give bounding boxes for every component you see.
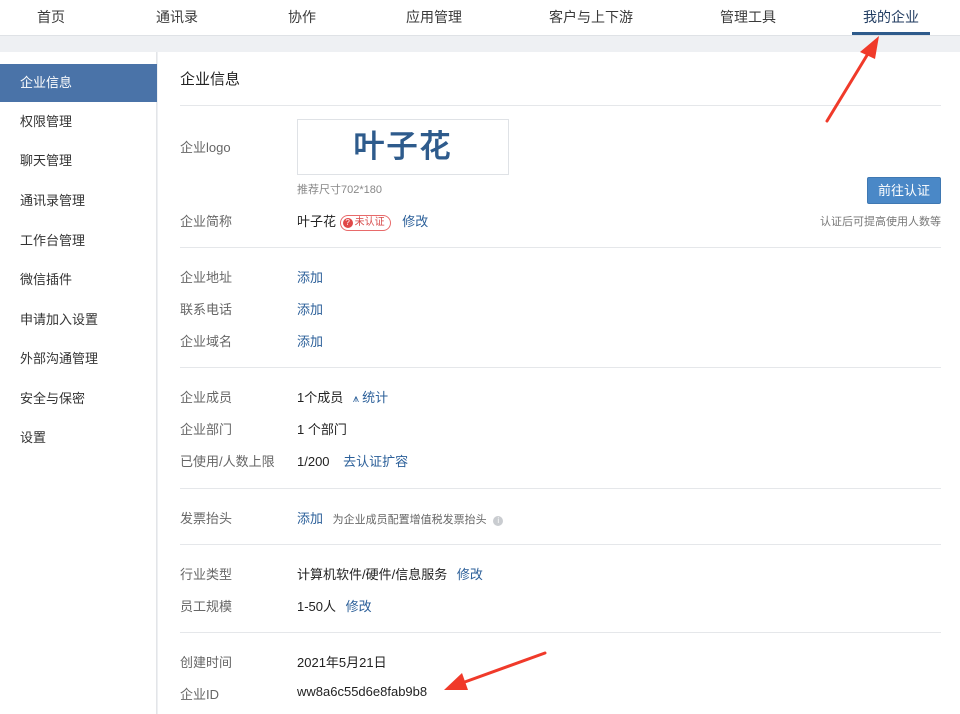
scale-label: 员工规模 — [180, 599, 233, 614]
members-value: 1个成员 — [297, 390, 344, 405]
stats-link[interactable]: ⩚ 统计 — [353, 390, 388, 405]
tab-management-tools[interactable]: 管理工具 — [708, 0, 788, 36]
tab-contacts[interactable]: 通讯录 — [140, 0, 214, 36]
tab-collaboration[interactable]: 协作 — [272, 0, 332, 36]
created-label: 创建时间 — [180, 655, 233, 670]
divider — [180, 247, 941, 248]
corp-id-label: 企业ID — [180, 687, 220, 702]
tab-my-enterprise[interactable]: 我的企业 — [852, 0, 930, 36]
sidebar-item-chat-management[interactable]: 聊天管理 — [0, 142, 157, 180]
departments-label: 企业部门 — [180, 422, 233, 437]
invoice-row: 添加 为企业成员配置增值税发票抬头 i — [297, 508, 504, 527]
scale-value: 1-50人 — [297, 599, 337, 614]
unverified-badge-label: 未认证 — [354, 217, 385, 228]
add-domain-link[interactable]: 添加 — [297, 331, 323, 350]
add-address-link[interactable]: 添加 — [297, 267, 323, 286]
industry-value: 计算机软件/硬件/信息服务 — [297, 567, 448, 582]
phone-label: 联系电话 — [180, 302, 233, 317]
unverified-badge: ? 未认证 — [339, 215, 391, 231]
quota-label: 已使用/人数上限 — [180, 454, 275, 469]
industry-label: 行业类型 — [180, 567, 233, 582]
short-name-label: 企业简称 — [180, 214, 233, 229]
sidebar-item-permissions[interactable]: 权限管理 — [0, 103, 157, 141]
sidebar-item-security[interactable]: 安全与保密 — [0, 380, 157, 418]
tab-customers-upstream-downstream[interactable]: 客户与上下游 — [538, 0, 644, 36]
warning-icon: ? — [342, 218, 353, 228]
edit-scale-link[interactable]: 修改 — [346, 599, 372, 614]
departments-value: 1 个部门 — [297, 422, 347, 437]
divider — [180, 367, 941, 368]
add-phone-link[interactable]: 添加 — [297, 299, 323, 318]
divider — [180, 544, 941, 545]
sidebar-item-workbench-management[interactable]: 工作台管理 — [0, 222, 157, 260]
quota-row: 1/200 去认证扩容 — [297, 451, 408, 470]
sidebar-item-join-request-settings[interactable]: 申请加入设置 — [0, 301, 157, 339]
created-value: 2021年5月21日 — [297, 655, 387, 670]
sidebar-item-contacts-management[interactable]: 通讯录管理 — [0, 182, 157, 220]
short-name-value: 叶子花 — [297, 214, 337, 229]
sidebar-item-settings[interactable]: 设置 — [0, 419, 157, 457]
divider — [180, 632, 941, 633]
divider — [180, 488, 941, 489]
page-title: 企业信息 — [180, 71, 241, 88]
invoice-note: 为企业成员配置增值税发票抬头 — [332, 514, 487, 526]
info-icon[interactable]: i — [493, 516, 504, 526]
stats-label: 统计 — [362, 390, 389, 405]
enterprise-logo[interactable]: 叶子花 — [297, 119, 509, 175]
main-content: 企业信息 企业logo 叶子花 推荐尺寸702*180 前往认证 企业简称 叶子… — [158, 52, 960, 714]
quota-value: 1/200 — [297, 454, 330, 469]
domain-label: 企业域名 — [180, 334, 233, 349]
go-verify-button[interactable]: 前往认证 — [867, 177, 941, 204]
invoice-label: 发票抬头 — [180, 511, 233, 526]
sidebar-item-external-communication[interactable]: 外部沟通管理 — [0, 340, 157, 378]
short-name-row: 叶子花 ? 未认证 修改 — [297, 211, 428, 231]
divider — [180, 105, 941, 106]
industry-row: 计算机软件/硬件/信息服务 修改 — [297, 564, 483, 583]
verify-hint: 认证后可提高使用人数等 — [820, 216, 941, 228]
members-row: 1个成员 ⩚ 统计 — [297, 387, 388, 406]
sidebar-item-enterprise-info[interactable]: 企业信息 — [0, 64, 157, 102]
add-invoice-link[interactable]: 添加 — [297, 511, 323, 526]
edit-industry-link[interactable]: 修改 — [457, 567, 483, 582]
logo-label: 企业logo — [180, 140, 231, 155]
edit-short-name-link[interactable]: 修改 — [402, 214, 428, 229]
corp-id-value: ww8a6c55d6e8fab9b8 — [297, 684, 428, 699]
tab-app-management[interactable]: 应用管理 — [396, 0, 472, 36]
chart-icon: ⩚ — [352, 393, 360, 405]
logo-size-hint: 推荐尺寸702*180 — [297, 184, 382, 196]
address-label: 企业地址 — [180, 270, 233, 285]
tab-home[interactable]: 首页 — [20, 0, 82, 36]
top-navigation: 首页 通讯录 协作 应用管理 客户与上下游 管理工具 我的企业 — [0, 0, 960, 36]
sidebar: 企业信息 权限管理 聊天管理 通讯录管理 工作台管理 微信插件 申请加入设置 外… — [0, 52, 157, 714]
verify-expand-link[interactable]: 去认证扩容 — [343, 454, 408, 469]
scale-row: 1-50人 修改 — [297, 596, 372, 615]
sidebar-item-wechat-plugin[interactable]: 微信插件 — [0, 261, 157, 299]
members-label: 企业成员 — [180, 390, 233, 405]
